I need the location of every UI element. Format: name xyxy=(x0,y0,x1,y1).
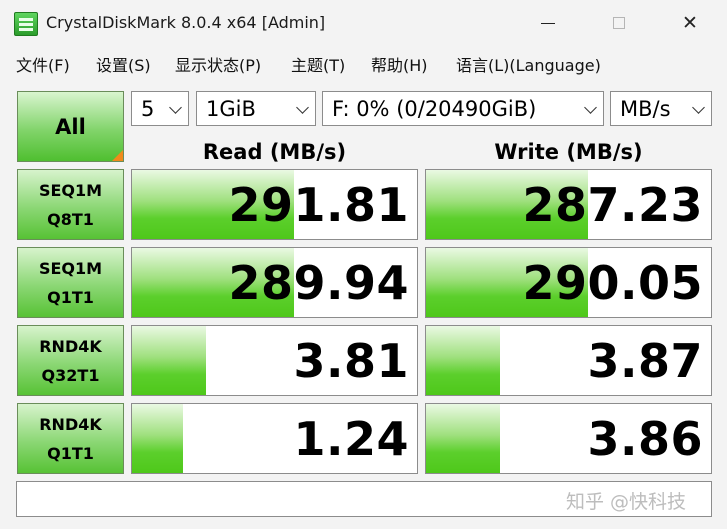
write-result-seq1m-q8t1: 287.23 xyxy=(425,169,712,240)
minimize-icon xyxy=(541,22,555,24)
read-header: Read (MB/s) xyxy=(202,140,347,164)
title-bar: CrystalDiskMark 8.0.4 x64 [Admin] ✕ xyxy=(0,0,727,46)
count-value: 5 xyxy=(141,96,155,121)
write-value: 3.87 xyxy=(587,333,703,388)
write-result-seq1m-q1t1: 290.05 xyxy=(425,247,712,318)
test-rnd4k-q1t1-button[interactable]: RND4K Q1T1 xyxy=(17,403,124,474)
read-result-seq1m-q8t1: 291.81 xyxy=(131,169,418,240)
chevron-down-icon xyxy=(584,101,597,114)
watermark: 知乎 @快科技 xyxy=(566,491,687,513)
test-params: Q1T1 xyxy=(47,287,94,307)
menu-file[interactable]: 文件(F) xyxy=(16,52,70,76)
test-name: SEQ1M xyxy=(38,258,103,278)
all-button-label: All xyxy=(55,114,86,139)
test-name: RND4K xyxy=(39,336,102,356)
read-result-rnd4k-q32t1: 3.81 xyxy=(131,325,418,396)
all-button[interactable]: All xyxy=(17,91,124,162)
menu-bar: 文件(F) 设置(S) 显示状态(P) 主题(T) 帮助(H) 语言(L)(La… xyxy=(0,46,727,80)
drive-value: F: 0% (0/20490GiB) xyxy=(332,96,537,121)
write-result-rnd4k-q32t1: 3.87 xyxy=(425,325,712,396)
size-value: 1GiB xyxy=(206,96,256,121)
chevron-down-icon xyxy=(692,101,705,114)
test-name: SEQ1M xyxy=(38,180,103,200)
chevron-down-icon xyxy=(296,101,309,114)
write-value: 290.05 xyxy=(522,255,703,310)
unit-select[interactable]: MB/s xyxy=(610,91,712,126)
size-select[interactable]: 1GiB xyxy=(196,91,316,126)
close-icon: ✕ xyxy=(682,12,698,34)
drive-select[interactable]: F: 0% (0/20490GiB) xyxy=(322,91,604,126)
test-seq1m-q8t1-button[interactable]: SEQ1M Q8T1 xyxy=(17,169,124,240)
read-bar xyxy=(132,326,207,395)
menu-help[interactable]: 帮助(H) xyxy=(371,52,428,76)
menu-theme[interactable]: 主题(T) xyxy=(291,52,345,76)
test-rnd4k-q32t1-button[interactable]: RND4K Q32T1 xyxy=(17,325,124,396)
test-params: Q1T1 xyxy=(47,443,94,463)
write-header: Write (MB/s) xyxy=(494,140,643,164)
write-bar xyxy=(426,326,501,395)
read-value: 289.94 xyxy=(228,255,409,310)
test-name: RND4K xyxy=(39,414,102,434)
window-title: CrystalDiskMark 8.0.4 x64 [Admin] xyxy=(46,13,326,32)
close-button[interactable]: ✕ xyxy=(667,0,713,46)
read-value: 3.81 xyxy=(293,333,409,388)
read-result-seq1m-q1t1: 289.94 xyxy=(131,247,418,318)
maximize-button[interactable] xyxy=(596,0,642,46)
unit-value: MB/s xyxy=(620,96,671,121)
read-value: 1.24 xyxy=(293,411,409,466)
app-icon xyxy=(14,12,38,36)
chevron-down-icon xyxy=(169,101,182,114)
test-params: Q8T1 xyxy=(47,209,94,229)
read-result-rnd4k-q1t1: 1.24 xyxy=(131,403,418,474)
menu-display-status[interactable]: 显示状态(P) xyxy=(175,52,261,76)
test-seq1m-q1t1-button[interactable]: SEQ1M Q1T1 xyxy=(17,247,124,318)
read-bar xyxy=(132,404,184,473)
menu-settings[interactable]: 设置(S) xyxy=(96,52,151,76)
all-corner-marker xyxy=(112,150,123,161)
maximize-icon xyxy=(613,17,625,29)
write-bar xyxy=(426,404,501,473)
minimize-button[interactable] xyxy=(525,0,571,46)
test-params: Q32T1 xyxy=(41,365,100,385)
write-value: 287.23 xyxy=(522,177,703,232)
count-select[interactable]: 5 xyxy=(131,91,189,126)
read-value: 291.81 xyxy=(228,177,409,232)
menu-language[interactable]: 语言(L)(Language) xyxy=(456,52,601,76)
write-value: 3.86 xyxy=(587,411,703,466)
write-result-rnd4k-q1t1: 3.86 xyxy=(425,403,712,474)
